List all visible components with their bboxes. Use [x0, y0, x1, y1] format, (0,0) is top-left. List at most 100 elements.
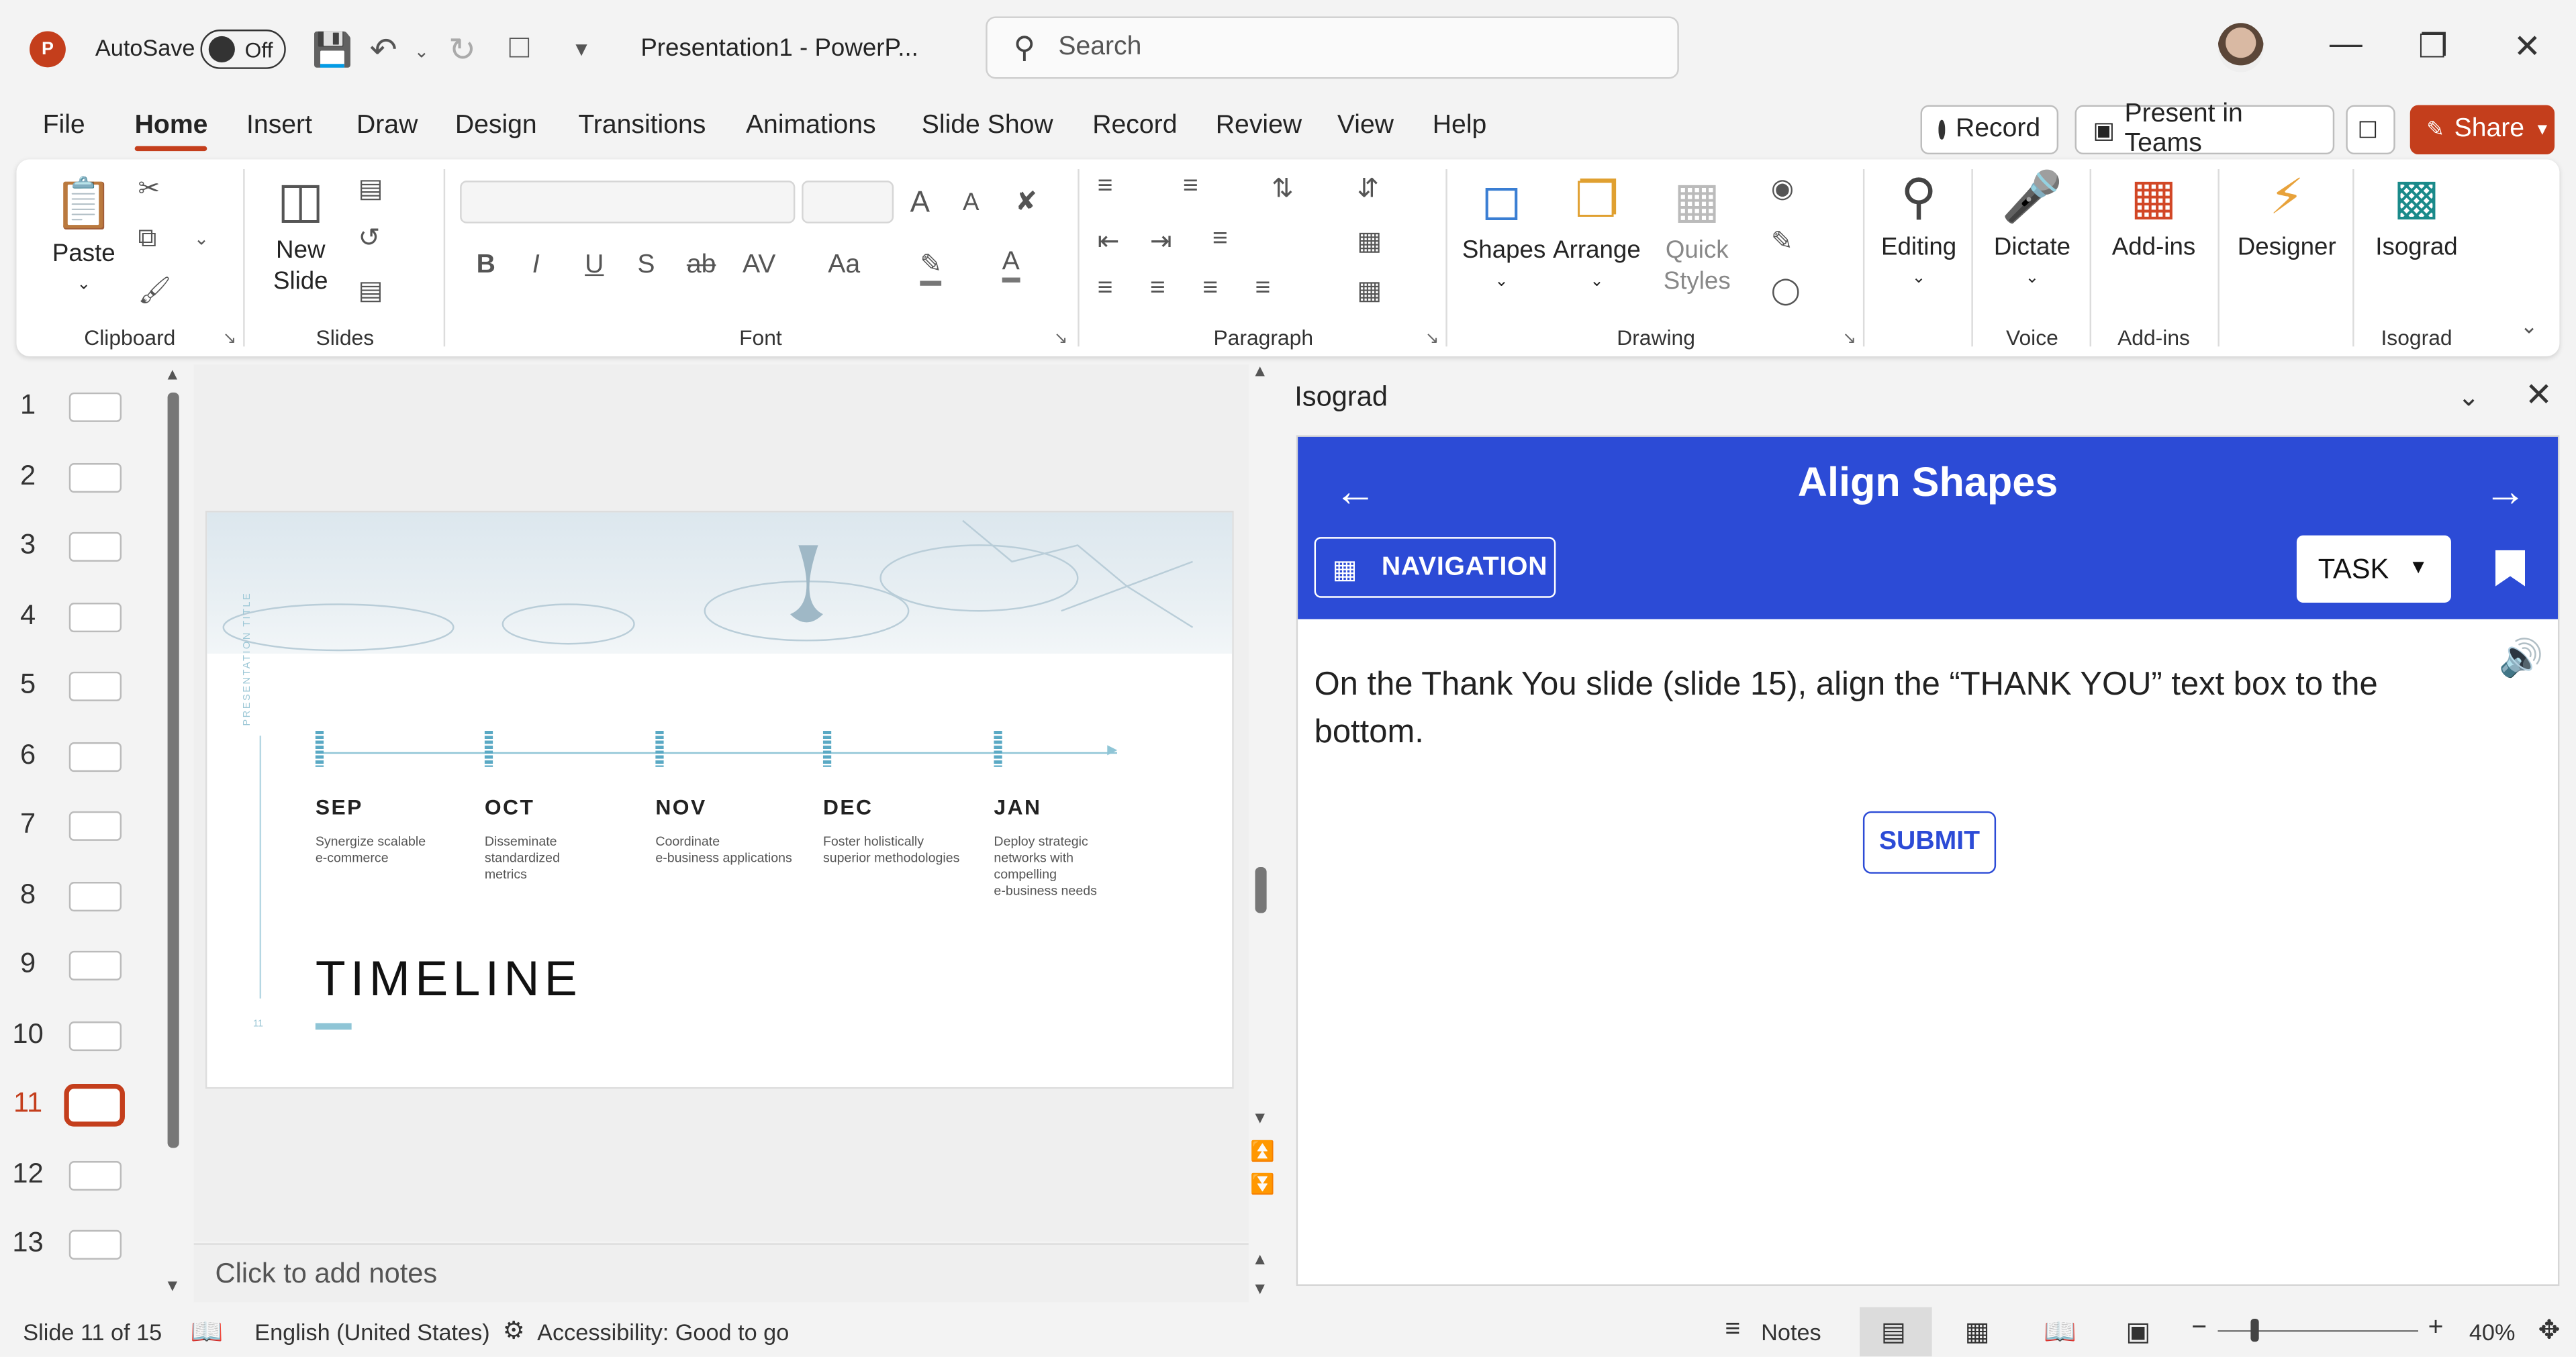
slide-title[interactable]: TIMELINE	[316, 952, 582, 1008]
customize-toolbar-icon[interactable]: ▼	[572, 38, 591, 60]
increase-indent-icon[interactable]: ⇥	[1150, 225, 1172, 258]
zoom-level[interactable]: 40%	[2469, 1319, 2516, 1345]
present-in-teams-button[interactable]: ▣ Present in Teams	[2074, 100, 2335, 158]
paste-button[interactable]: 📋 Paste ⌄	[46, 172, 122, 301]
quick-styles-button[interactable]: ▦ Quick Styles	[1653, 169, 1742, 297]
tab-slide-show[interactable]: Slide Show	[922, 111, 1053, 141]
pane-options-icon[interactable]: ⌄	[2458, 381, 2480, 414]
columns-icon[interactable]: ≡	[1212, 225, 1228, 254]
thumbnail-scrollbar[interactable]	[167, 392, 179, 1148]
task-dropdown[interactable]: TASK ▼	[2296, 535, 2451, 603]
bookmark-icon[interactable]	[2495, 550, 2526, 587]
tab-transitions[interactable]: Transitions	[578, 111, 706, 141]
reading-view-icon[interactable]: 📖	[2044, 1315, 2077, 1348]
thumbnail-8[interactable]: 8	[0, 868, 164, 927]
copy-dropdown-icon[interactable]: ⌄	[194, 228, 209, 250]
reset-icon[interactable]: ↺	[358, 221, 380, 254]
tab-file[interactable]: File	[43, 111, 85, 141]
shape-outline-icon[interactable]: ✎	[1771, 225, 1793, 258]
align-center-icon[interactable]: ≡	[1150, 274, 1165, 304]
speaker-icon[interactable]: 🔊	[2499, 637, 2544, 680]
tab-view[interactable]: View	[1337, 111, 1394, 141]
shape-fill-icon[interactable]: ◉	[1771, 172, 1794, 205]
restore-icon[interactable]: ❐	[2418, 26, 2448, 67]
close-icon[interactable]: ✕	[2514, 26, 2541, 67]
zoom-slider-track[interactable]	[2217, 1330, 2418, 1332]
tab-animations[interactable]: Animations	[746, 111, 876, 141]
bullets-icon[interactable]: ≡	[1098, 172, 1113, 202]
isograd-button[interactable]: ▩ Isograd	[2366, 166, 2468, 262]
font-color-icon[interactable]: A	[1002, 248, 1020, 283]
slide[interactable]: PRESENTATION TITLE ▶ SEP OCT NOV DEC JAN…	[205, 511, 1234, 1089]
dictate-button[interactable]: 🎤 Dictate ⌄	[1985, 166, 2080, 294]
tab-home[interactable]: Home	[134, 111, 209, 152]
zoom-slider-thumb[interactable]	[2250, 1318, 2259, 1342]
paragraph-launcher-icon[interactable]: ↘	[1425, 330, 1439, 348]
notes-area[interactable]: Click to add notes	[193, 1243, 1249, 1303]
present-from-start-icon[interactable]: □	[510, 30, 530, 67]
thumbnail-12[interactable]: 12	[0, 1148, 164, 1207]
navigation-button[interactable]: ▦ NAVIGATION	[1314, 537, 1556, 598]
submit-button[interactable]: SUBMIT	[1862, 811, 1997, 874]
undo-icon[interactable]: ↶	[370, 30, 397, 70]
thumbnail-11[interactable]: 11	[0, 1077, 164, 1136]
tab-design[interactable]: Design	[455, 111, 537, 141]
user-avatar[interactable]	[2217, 23, 2264, 72]
justify-icon[interactable]: ≡	[1255, 274, 1271, 304]
canvas-scroll-down-icon[interactable]: ▼	[1252, 1110, 1268, 1128]
format-painter-icon[interactable]: 🖌	[138, 274, 172, 307]
text-shadow-icon[interactable]: S	[637, 251, 655, 281]
tab-draw[interactable]: Draw	[356, 111, 418, 141]
search-box[interactable]: ⚲ Search	[986, 16, 1679, 79]
arrange-button[interactable]: ❐ Arrange ⌄	[1551, 169, 1643, 297]
scroll-down-icon[interactable]: ▼	[164, 1278, 181, 1296]
copy-icon[interactable]: ⧉	[138, 225, 157, 254]
thumbnail-1[interactable]: 1	[0, 379, 164, 438]
notes-icon[interactable]: ≡	[1725, 1315, 1740, 1345]
underline-icon[interactable]: U	[585, 251, 604, 281]
slide-sorter-icon[interactable]: ▦	[1965, 1315, 1990, 1348]
align-text-icon[interactable]: ▦	[1357, 225, 1382, 258]
section-icon[interactable]: ▤	[358, 274, 383, 307]
tab-insert[interactable]: Insert	[246, 111, 312, 141]
notes-scroll-down-icon[interactable]: ▼	[1252, 1281, 1268, 1299]
thumbnail-2[interactable]: 2	[0, 450, 164, 509]
align-left-icon[interactable]: ≡	[1098, 274, 1113, 304]
thumbnail-3[interactable]: 3	[0, 519, 164, 578]
cut-icon[interactable]: ✂	[138, 172, 160, 205]
font-size-dropdown[interactable]	[802, 181, 894, 223]
shape-effects-icon[interactable]: ◯	[1771, 274, 1801, 307]
highlight-color-icon[interactable]: ✎	[920, 248, 943, 286]
designer-button[interactable]: ⚡ Designer	[2234, 166, 2340, 262]
font-launcher-icon[interactable]: ↘	[1054, 330, 1068, 348]
notes-scroll-up-icon[interactable]: ▲	[1252, 1252, 1268, 1270]
zoom-out-icon[interactable]: −	[2191, 1314, 2207, 1344]
notes-button[interactable]: Notes	[1761, 1319, 1821, 1345]
next-slide-icon[interactable]: ⏬	[1250, 1172, 1275, 1195]
bold-icon[interactable]: B	[477, 251, 495, 281]
thumbnail-9[interactable]: 9	[0, 938, 164, 997]
record-button[interactable]: Record	[1920, 105, 2059, 155]
grow-font-icon[interactable]: A	[910, 186, 930, 220]
accessibility-icon[interactable]: ⚙	[503, 1315, 525, 1345]
text-direction-icon[interactable]: ⇵	[1357, 172, 1379, 205]
pane-close-icon[interactable]: ✕	[2525, 374, 2553, 415]
tab-help[interactable]: Help	[1433, 111, 1487, 141]
thumbnail-10[interactable]: 10	[0, 1008, 164, 1067]
zoom-in-icon[interactable]: +	[2428, 1314, 2444, 1344]
drawing-launcher-icon[interactable]: ↘	[1843, 330, 1857, 348]
previous-slide-icon[interactable]: ⏫	[1250, 1140, 1275, 1162]
comments-button[interactable]: ☐	[2346, 105, 2395, 155]
numbering-icon[interactable]: ≡	[1183, 172, 1198, 202]
layout-icon[interactable]: ▤	[358, 172, 383, 205]
save-icon[interactable]: 💾	[312, 30, 353, 70]
normal-view-button[interactable]: ▤	[1860, 1307, 1932, 1357]
language-indicator[interactable]: English (United States)	[254, 1319, 489, 1345]
smartart-icon[interactable]: ▦	[1357, 274, 1382, 307]
minimize-icon[interactable]: —	[2330, 26, 2363, 64]
thumbnail-4[interactable]: 4	[0, 589, 164, 648]
autosave-toggle[interactable]: Off	[200, 30, 286, 69]
collapse-ribbon-icon[interactable]: ⌄	[2520, 313, 2538, 340]
thumbnail-6[interactable]: 6	[0, 729, 164, 788]
thumbnail-5[interactable]: 5	[0, 658, 164, 717]
